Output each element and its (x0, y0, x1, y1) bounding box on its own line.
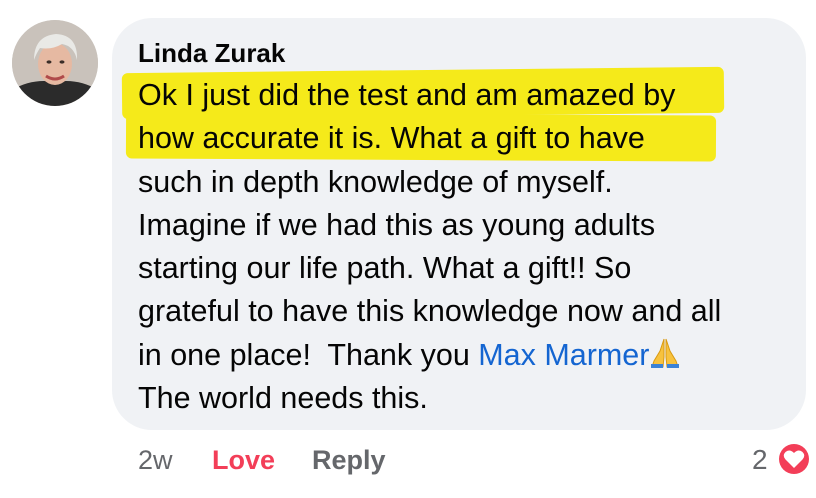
reaction-count[interactable]: 2 (752, 442, 768, 478)
avatar[interactable] (12, 20, 98, 106)
heart-icon (783, 450, 805, 468)
comment-line: The world needs this. (138, 381, 428, 416)
comment-container: Linda Zurak Ok I just did the test and a… (0, 0, 816, 498)
comment-line: grateful to have this knowledge now and … (138, 294, 722, 329)
comment-body: Ok I just did the test and am amazed by … (138, 74, 798, 420)
comment-line: starting our life path. What a gift!! So (138, 251, 632, 286)
comment-author-name[interactable]: Linda Zurak (138, 38, 285, 68)
love-reaction-badge[interactable] (776, 441, 812, 477)
comment-line: in one place! Thank you (138, 337, 479, 372)
comment-line: Imagine if we had this as young adults (138, 207, 656, 242)
folded-hands-icon (650, 337, 680, 381)
mention-link[interactable]: Max Marmer (478, 338, 649, 372)
comment-timestamp[interactable]: 2w (138, 442, 173, 478)
comment-line: Ok I just did the test and am amazed by (138, 78, 676, 112)
love-button[interactable]: Love (212, 442, 275, 478)
avatar-photo (12, 20, 98, 106)
comment-line: such in depth knowledge of myself. (138, 164, 613, 199)
reply-button[interactable]: Reply (312, 442, 386, 478)
comment-line: how accurate it is. What a gift to have (138, 121, 645, 156)
comment-line-with-mention: in one place! Thank you Max Marmer (138, 334, 798, 377)
